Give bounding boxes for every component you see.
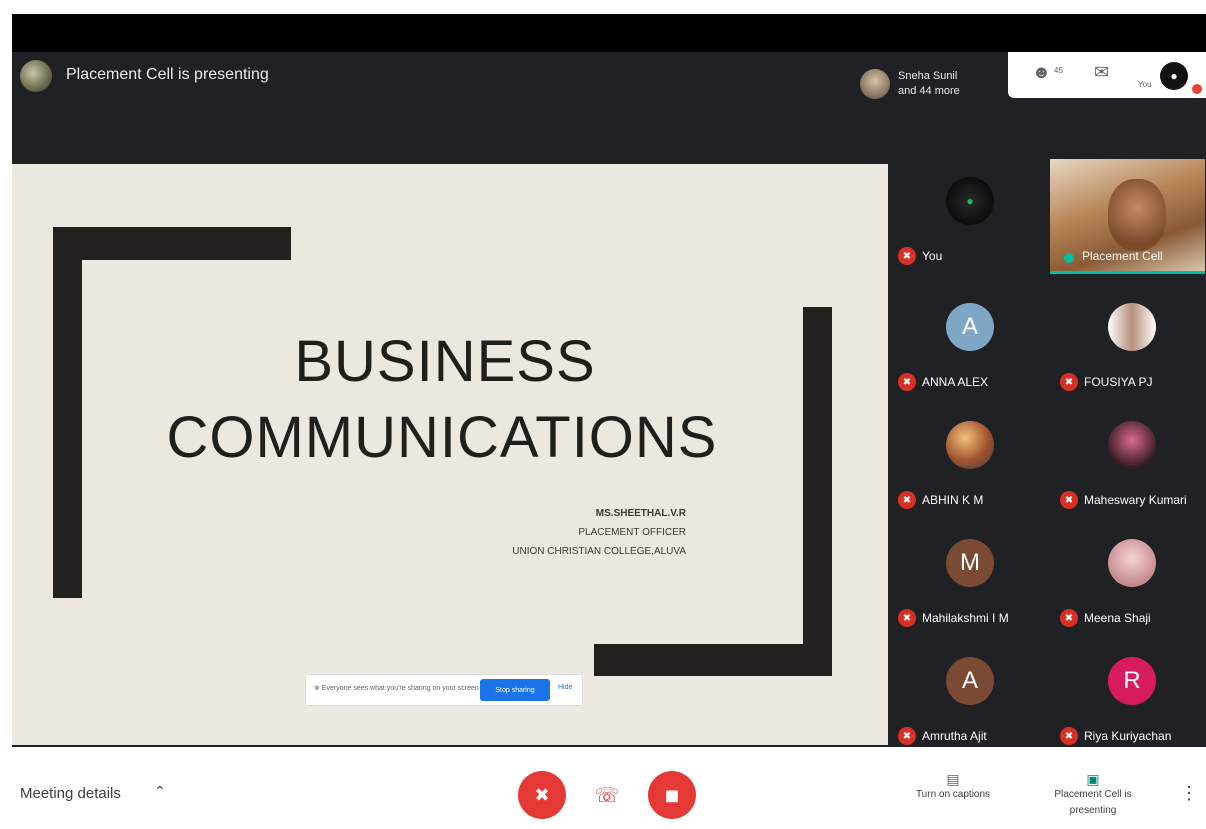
avatar [1108, 421, 1156, 469]
sharing-notice-text: ⊗ Everyone sees what you're sharing on y… [314, 685, 479, 692]
avatar [946, 421, 994, 469]
chevron-up-icon[interactable]: ⌃ [154, 783, 166, 800]
participant-tile[interactable]: ✖ Maheswary Kumari [1052, 403, 1206, 515]
slide-title-line2: COMMUNICATIONS [166, 405, 718, 470]
presenting-status: Placement Cell is presenting [66, 66, 269, 83]
participant-name: Mahilakshmi I M [922, 611, 1009, 625]
shared-screen: BUSINESS COMMUNICATIONS MS.SHEETHAL.V.R … [12, 164, 888, 745]
participant-name: Maheswary Kumari [1084, 493, 1187, 507]
participant-tile[interactable]: ✖ FOUSIYA PJ [1052, 285, 1206, 397]
participants-chip[interactable]: Sneha Sunil and 44 more [860, 64, 1010, 104]
notification-badge [1192, 84, 1202, 94]
mic-off-icon: ✖ [898, 609, 916, 627]
presenter-org: UNION CHRISTIAN COLLEGE,ALUVA [512, 546, 686, 557]
participant-name: Amrutha Ajit [922, 729, 987, 743]
avatar: ● [946, 177, 994, 225]
avatar: A [946, 657, 994, 705]
present-icon: ▣ [1086, 771, 1100, 787]
people-more: and 44 more [898, 85, 960, 97]
participants-count: 45 [1054, 66, 1063, 75]
participant-tile[interactable]: A ✖ ANNA ALEX [890, 285, 1045, 397]
slide-title-line1: BUSINESS [294, 329, 596, 394]
mic-off-icon: ✖ [1060, 609, 1078, 627]
meet-window: Placement Cell is presenting Sneha Sunil… [12, 14, 1206, 829]
participant-tile[interactable]: ● ✖ You [890, 159, 1045, 271]
participant-thumbnail [860, 69, 890, 99]
camera-toggle-button[interactable]: ◼ [648, 771, 696, 819]
participant-tile[interactable]: M ✖ Mahilakshmi I M [890, 521, 1045, 633]
participant-tile[interactable]: R ✖ Riya Kuriyachan [1052, 639, 1206, 751]
presenter-role: PLACEMENT OFFICER [578, 527, 686, 538]
participant-tile[interactable]: ✖ Meena Shaji [1052, 521, 1206, 633]
avatar: A [946, 303, 994, 351]
hide-button[interactable]: Hide [558, 684, 572, 691]
camera-off-icon: ◼ [664, 784, 680, 805]
avatar [1108, 539, 1156, 587]
avatar: R [1108, 657, 1156, 705]
bottom-toolbar: Meeting details ⌃ ✖ ☏ ◼ ▤ Turn on captio… [12, 747, 1206, 829]
presenter-name: MS.SHEETHAL.V.R [595, 508, 686, 519]
participant-tile[interactable]: A ✖ Amrutha Ajit [890, 639, 1045, 751]
slide-subtitle: MS.SHEETHAL.V.R PLACEMENT OFFICER UNION … [452, 504, 686, 561]
mic-off-icon: ✖ [898, 247, 916, 265]
stop-sharing-button[interactable]: Stop sharing [480, 679, 550, 701]
participant-grid: ● ✖ You Placement Cell A ✖ ANNA ALEX ✖ F… [888, 157, 1206, 747]
participant-tile[interactable]: ✖ ABHIN K M [890, 403, 1045, 515]
participant-name: ABHIN K M [922, 493, 984, 507]
captions-icon: ▤ [946, 771, 960, 787]
participant-name: Riya Kuriyachan [1084, 729, 1172, 743]
you-label: You [1138, 80, 1152, 89]
mic-off-icon: ✖ [534, 784, 550, 805]
header-controls: ☻ 45 ✉ You ● [1008, 52, 1206, 98]
mic-off-icon: ✖ [1060, 727, 1078, 745]
participant-name: Meena Shaji [1084, 611, 1151, 625]
meeting-details-button[interactable]: Meeting details [20, 785, 121, 802]
mic-off-icon: ✖ [898, 491, 916, 509]
mic-off-icon: ✖ [898, 373, 916, 391]
present-now-button[interactable]: ▣ Placement Cell is presenting [1038, 771, 1148, 819]
slide-title: BUSINESS COMMUNICATIONS [12, 324, 888, 476]
chat-icon[interactable]: ✉ [1094, 62, 1109, 83]
hang-up-icon: ☏ [594, 784, 620, 807]
participant-name: You [922, 249, 943, 263]
mic-off-icon: ✖ [898, 727, 916, 745]
speaking-indicator-icon [1064, 253, 1074, 263]
slide-decor-bar [53, 227, 291, 260]
avatar [1108, 303, 1156, 351]
more-options-icon[interactable]: ⋮ [1180, 783, 1198, 804]
top-black-strip [12, 14, 1206, 52]
sharing-notice-bar: ⊗ Everyone sees what you're sharing on y… [305, 674, 583, 706]
avatar: M [946, 539, 994, 587]
people-icon[interactable]: ☻ [1032, 62, 1051, 83]
captions-label: Turn on captions [915, 789, 991, 800]
participant-name: Placement Cell [1082, 249, 1163, 263]
mic-off-icon: ✖ [1060, 373, 1078, 391]
participant-name: FOUSIYA PJ [1084, 375, 1153, 389]
participant-name: ANNA ALEX [922, 375, 989, 389]
people-name: Sneha Sunil [898, 70, 958, 82]
presenting-label: Placement Cell is presenting [1054, 789, 1132, 816]
participant-tile[interactable]: Placement Cell [1050, 159, 1205, 274]
presenter-avatar [20, 60, 52, 92]
slide-decor-bar [594, 644, 832, 676]
mic-off-icon: ✖ [1060, 491, 1078, 509]
leave-call-button[interactable]: ☏ [583, 771, 631, 819]
self-avatar[interactable]: ● [1160, 62, 1188, 90]
captions-button[interactable]: ▤ Turn on captions [898, 771, 1008, 803]
video-feed [1108, 179, 1166, 251]
mic-toggle-button[interactable]: ✖ [518, 771, 566, 819]
